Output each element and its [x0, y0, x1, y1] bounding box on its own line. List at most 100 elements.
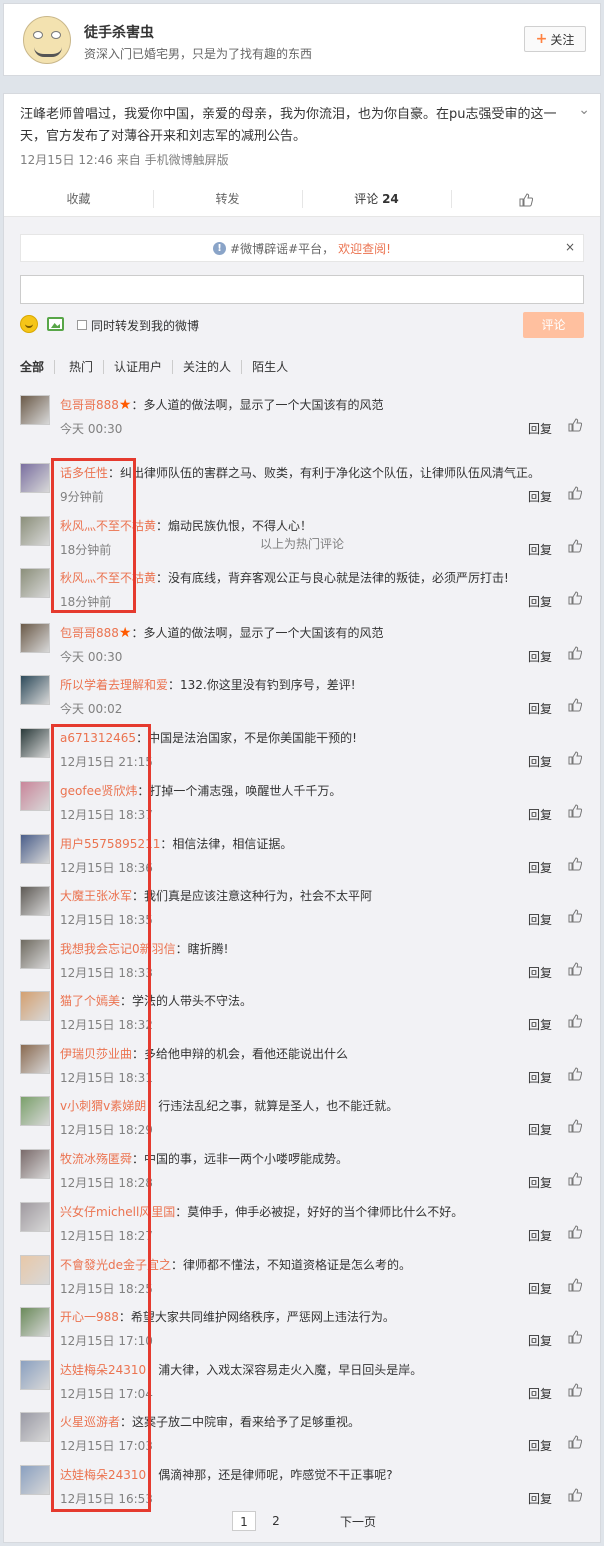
page-1[interactable]: 1	[231, 1511, 256, 1531]
commenter-name[interactable]: 所以学着去理解和爱	[60, 678, 168, 692]
reply-button[interactable]: 回复	[528, 1437, 552, 1454]
commenter-name[interactable]: 我想我会忘记0新羽信	[60, 942, 176, 956]
thumbs-up-icon[interactable]	[568, 751, 582, 765]
comment-tab-button[interactable]: 评论 24	[302, 184, 451, 214]
thumbs-up-icon[interactable]	[568, 698, 582, 712]
reply-button[interactable]: 回复	[528, 753, 552, 770]
thumbs-up-icon[interactable]	[568, 804, 582, 818]
next-page-link[interactable]: 下一页	[340, 1513, 376, 1530]
commenter-name[interactable]: 达娃梅朵24310	[60, 1363, 146, 1377]
commenter-avatar[interactable]	[20, 395, 50, 425]
commenter-name[interactable]: geofee贤欣炜	[60, 784, 137, 798]
thumbs-up-icon[interactable]	[568, 1488, 582, 1502]
commenter-name[interactable]: 火星巡游者	[60, 1415, 120, 1429]
filter-following[interactable]: 关注的人	[172, 360, 241, 374]
commenter-avatar[interactable]	[20, 1202, 50, 1232]
reply-button[interactable]: 回复	[528, 1069, 552, 1086]
commenter-name[interactable]: a671312465	[60, 731, 136, 745]
filter-verified[interactable]: 认证用户	[103, 360, 172, 374]
thumbs-up-icon[interactable]	[568, 1330, 582, 1344]
thumbs-up-icon[interactable]	[568, 1278, 582, 1292]
filter-hot[interactable]: 热门	[54, 360, 103, 374]
page-2[interactable]: 2	[264, 1511, 288, 1531]
commenter-name[interactable]: 达娃梅朵24310	[60, 1468, 146, 1482]
reply-button[interactable]: 回复	[528, 1490, 552, 1507]
reply-button[interactable]: 回复	[528, 1385, 552, 1402]
commenter-avatar[interactable]	[20, 675, 50, 705]
commenter-avatar[interactable]	[20, 1149, 50, 1179]
emoji-icon[interactable]	[20, 315, 38, 333]
thumbs-up-icon[interactable]	[568, 1225, 582, 1239]
commenter-name[interactable]: 包哥哥888	[60, 398, 119, 412]
thumbs-up-icon[interactable]	[568, 1119, 582, 1133]
reply-button[interactable]: 回复	[528, 859, 552, 876]
commenter-name[interactable]: 开心一988	[60, 1310, 119, 1324]
star-badge-icon[interactable]: ★	[119, 397, 132, 413]
commenter-avatar[interactable]	[20, 886, 50, 916]
commenter-avatar[interactable]	[20, 728, 50, 758]
reply-button[interactable]: 回复	[528, 911, 552, 928]
thumbs-up-icon[interactable]	[568, 962, 582, 976]
commenter-avatar[interactable]	[20, 1096, 50, 1126]
close-icon[interactable]: ×	[565, 240, 575, 254]
reply-button[interactable]: 回复	[528, 1280, 552, 1297]
commenter-avatar[interactable]	[20, 939, 50, 969]
thumbs-up-icon[interactable]	[568, 646, 582, 660]
commenter-avatar[interactable]	[20, 781, 50, 811]
thumbs-up-icon[interactable]	[568, 486, 582, 500]
filter-all[interactable]: 全部	[20, 360, 54, 374]
commenter-avatar[interactable]	[20, 1360, 50, 1390]
profile-avatar[interactable]	[23, 16, 71, 64]
commenter-avatar[interactable]	[20, 1307, 50, 1337]
commenter-name[interactable]: 用户5575895211	[60, 837, 160, 851]
submit-comment-button[interactable]: 评论	[523, 312, 584, 338]
thumbs-up-icon[interactable]	[568, 1014, 582, 1028]
thumbs-up-icon[interactable]	[568, 1067, 582, 1081]
commenter-name[interactable]: 兴女仔michell风里国	[60, 1205, 175, 1219]
reply-button[interactable]: 回复	[528, 1332, 552, 1349]
comment-input[interactable]	[20, 275, 584, 304]
repost-button[interactable]: 转发	[153, 184, 302, 214]
thumbs-up-icon[interactable]	[568, 1172, 582, 1186]
follow-button[interactable]: + 关注	[524, 26, 586, 52]
commenter-name[interactable]: 牧流冰殇匿舜	[60, 1152, 132, 1166]
commenter-name[interactable]: 不會發光de金子宜之	[60, 1258, 171, 1272]
commenter-avatar[interactable]	[20, 463, 50, 493]
commenter-avatar[interactable]	[20, 1044, 50, 1074]
commenter-avatar[interactable]	[20, 991, 50, 1021]
commenter-avatar[interactable]	[20, 1412, 50, 1442]
thumbs-up-icon[interactable]	[568, 418, 582, 432]
reply-button[interactable]: 回复	[528, 593, 552, 610]
commenter-name[interactable]: 秋风灬不至不枯黄	[60, 571, 156, 585]
thumbs-up-icon[interactable]	[568, 1435, 582, 1449]
commenter-avatar[interactable]	[20, 834, 50, 864]
thumbs-up-icon[interactable]	[568, 591, 582, 605]
star-badge-icon[interactable]: ★	[119, 625, 132, 641]
thumbs-up-icon[interactable]	[568, 857, 582, 871]
reply-button[interactable]: 回复	[528, 488, 552, 505]
image-icon[interactable]	[47, 317, 64, 331]
rumor-link[interactable]: 欢迎查阅!	[338, 240, 391, 257]
thumbs-up-icon[interactable]	[568, 1383, 582, 1397]
like-button[interactable]	[451, 184, 600, 214]
profile-name[interactable]: 徒手杀害虫	[84, 22, 154, 42]
commenter-name[interactable]: v小刺猬v素娣朗	[60, 1099, 146, 1113]
chevron-down-icon[interactable]: ⌄	[578, 102, 590, 118]
thumbs-up-icon[interactable]	[568, 909, 582, 923]
commenter-name[interactable]: 秋风灬不至不枯黄	[60, 519, 156, 533]
reply-button[interactable]: 回复	[528, 1016, 552, 1033]
reply-button[interactable]: 回复	[528, 1174, 552, 1191]
reply-button[interactable]: 回复	[528, 964, 552, 981]
favorite-button[interactable]: 收藏	[4, 184, 153, 214]
reply-button[interactable]: 回复	[528, 806, 552, 823]
repost-checkbox[interactable]	[77, 320, 87, 330]
filter-strangers[interactable]: 陌生人	[241, 360, 298, 374]
commenter-name[interactable]: 包哥哥888	[60, 626, 119, 640]
reply-button[interactable]: 回复	[528, 1121, 552, 1138]
reply-button[interactable]: 回复	[528, 1227, 552, 1244]
reply-button[interactable]: 回复	[528, 420, 552, 437]
commenter-avatar[interactable]	[20, 1255, 50, 1285]
reply-button[interactable]: 回复	[528, 700, 552, 717]
commenter-avatar[interactable]	[20, 623, 50, 653]
commenter-name[interactable]: 大魔王张冰军	[60, 889, 132, 903]
